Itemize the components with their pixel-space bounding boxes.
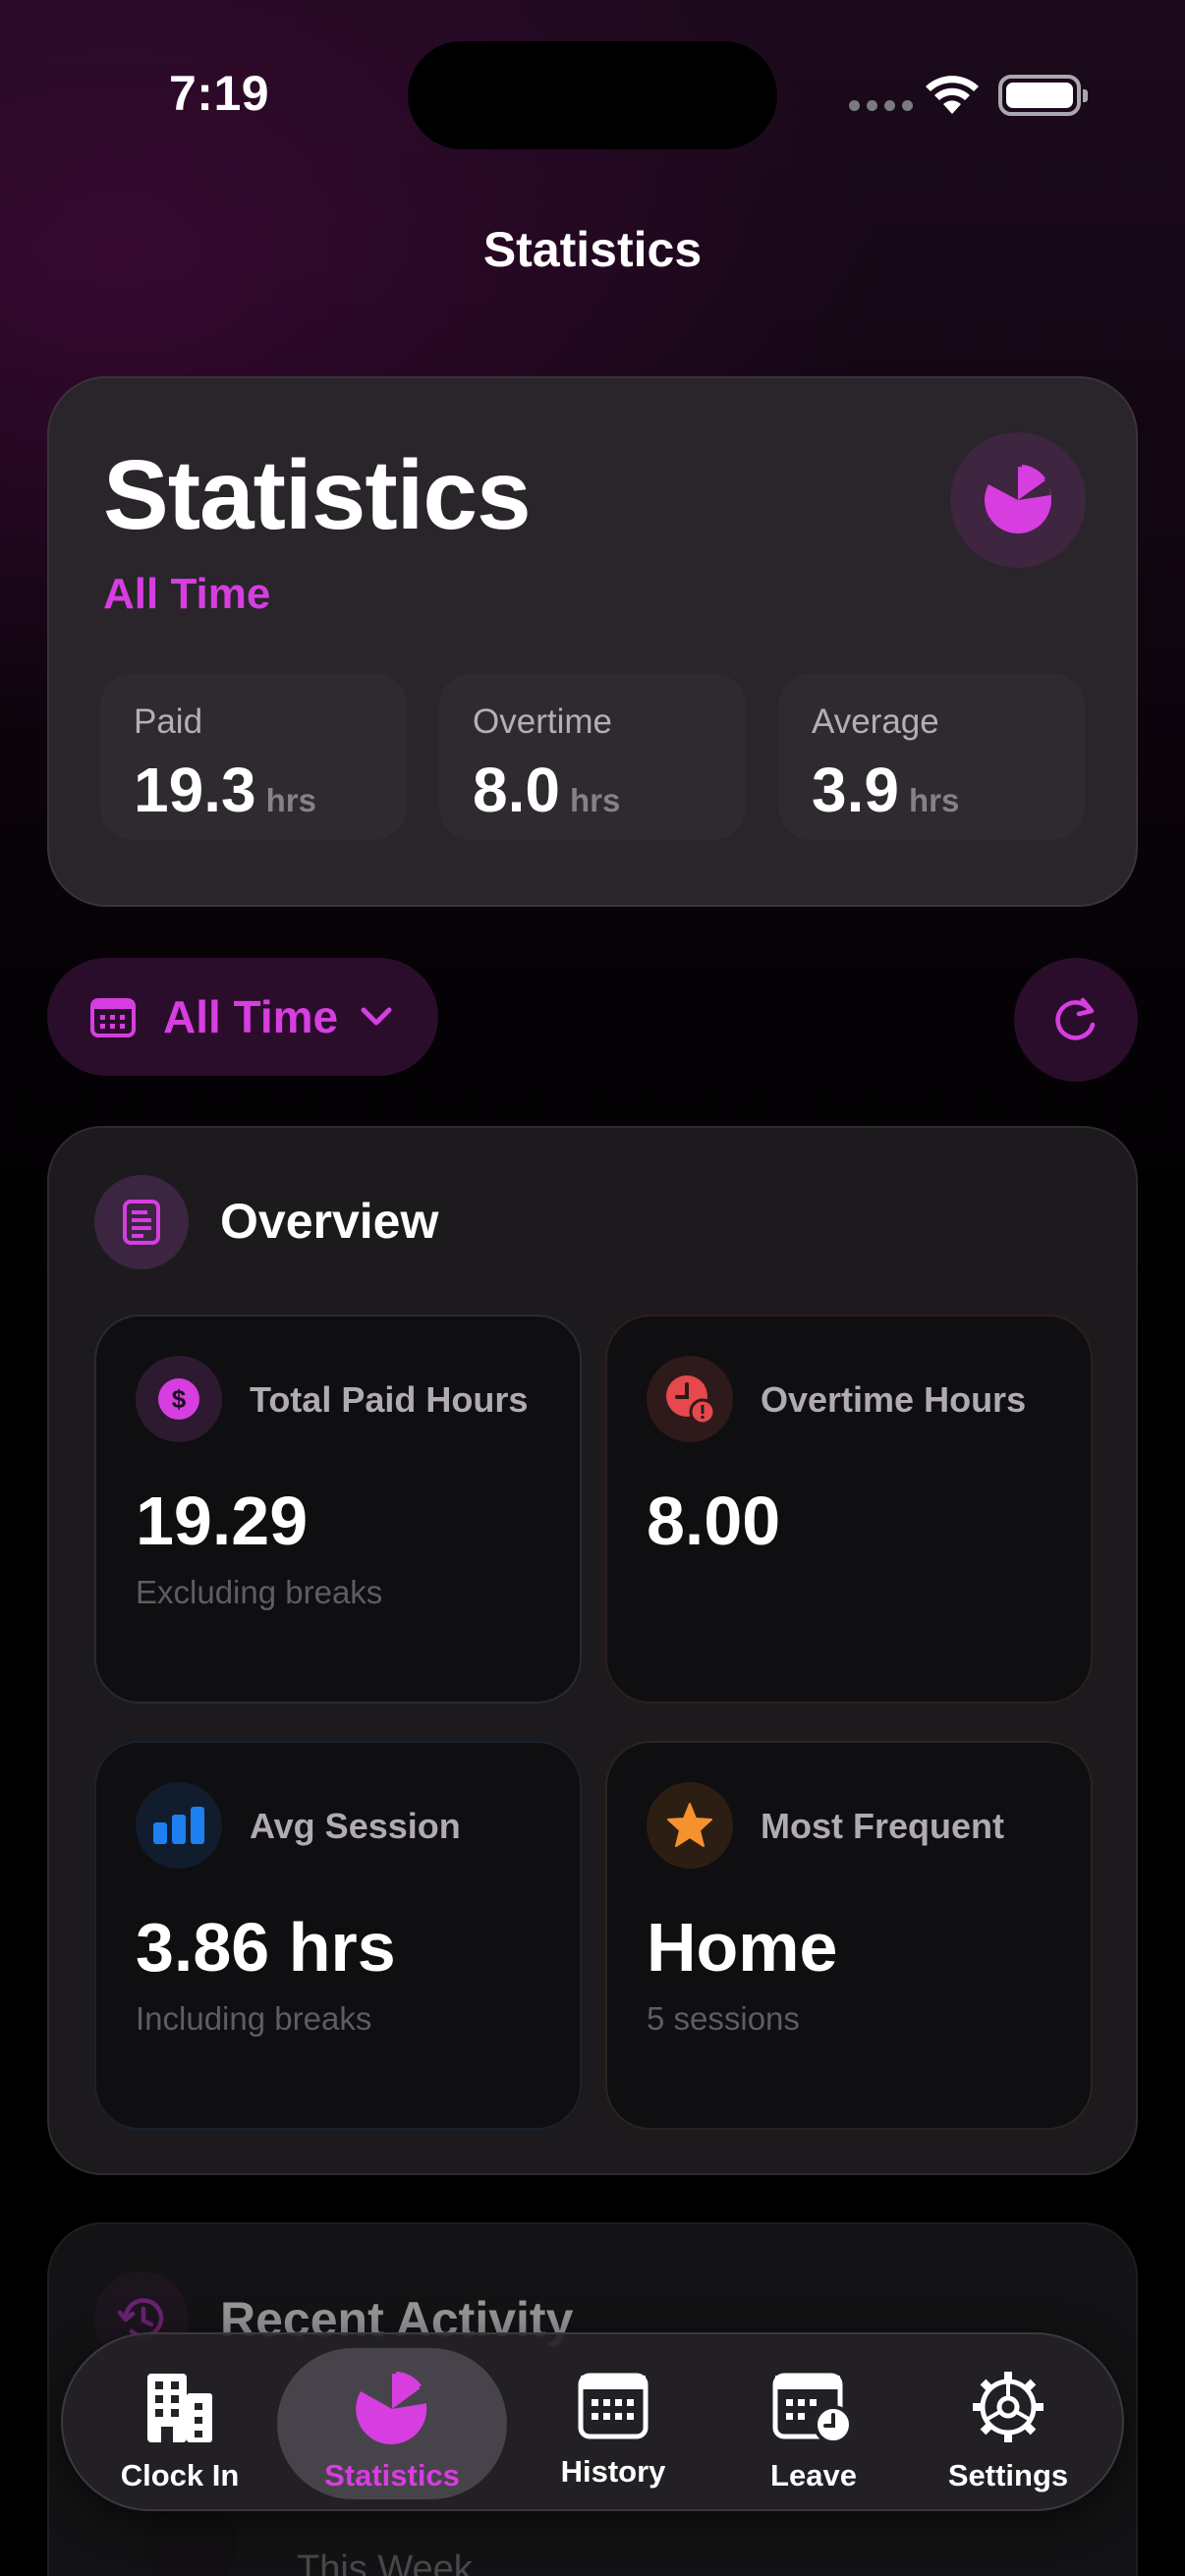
tile-label: Most Frequent (761, 1806, 1004, 1846)
summary-period: All Time (103, 570, 271, 618)
avg-session-tile: Avg Session 3.86 hrs Including breaks (94, 1741, 582, 2130)
status-time: 7:19 (169, 66, 270, 121)
overtime-hours-tile: Overtime Hours 8.00 (605, 1315, 1093, 1704)
stat-average-unit: hrs (908, 782, 960, 818)
gear-icon (973, 2372, 1044, 2442)
period-filter-label: All Time (163, 991, 339, 1042)
wifi-icon (926, 76, 979, 114)
tile-value: 3.86 hrs (136, 1909, 396, 1986)
stat-paid-unit: hrs (265, 782, 316, 818)
tile-value: 19.29 (136, 1483, 309, 1559)
stat-average: Average 3.9 hrs (778, 673, 1085, 840)
chevron-down-icon (361, 1007, 392, 1026)
tile-value: Home (647, 1909, 838, 1986)
recent-item-label[interactable]: This Week (297, 2548, 473, 2576)
tile-subtext: Excluding breaks (136, 1574, 383, 1610)
tile-label: Avg Session (250, 1806, 461, 1846)
overview-card: Overview $ Total Paid Hours 19.29 Exclud… (47, 1126, 1138, 2175)
tile-label: Overtime Hours (761, 1379, 1027, 1420)
tab-bar: Clock In Statistics History Leave Settin… (61, 2332, 1124, 2511)
tab-history[interactable]: History (515, 2348, 711, 2499)
overview-title: Overview (220, 1194, 439, 1249)
stat-overtime-value: 8.0 (473, 755, 560, 825)
star-icon (647, 1782, 733, 1869)
stat-paid: Paid 19.3 hrs (100, 673, 407, 840)
total-paid-hours-tile: $ Total Paid Hours 19.29 Excluding break… (94, 1315, 582, 1704)
tab-settings[interactable]: Settings (914, 2348, 1102, 2499)
calendar-icon (578, 2373, 649, 2439)
stat-paid-value: 19.3 (134, 755, 256, 825)
document-icon (94, 1175, 189, 1269)
calendar-clock-icon (772, 2373, 853, 2444)
most-frequent-tile: Most Frequent Home 5 sessions (605, 1741, 1093, 2130)
tile-subtext: Including breaks (136, 2000, 372, 2037)
bar-chart-icon (136, 1782, 222, 1869)
building-icon (147, 2374, 212, 2442)
stat-overtime: Overtime 8.0 hrs (439, 673, 746, 840)
dynamic-island (408, 41, 777, 149)
summary-title: Statistics (103, 440, 532, 550)
period-filter-button[interactable]: All Time (47, 958, 438, 1076)
tab-label: Statistics (324, 2458, 460, 2492)
stat-overtime-label: Overtime (473, 702, 612, 741)
tab-clock-in[interactable]: Clock In (92, 2348, 267, 2499)
refresh-icon (1055, 997, 1096, 1040)
stat-average-label: Average (812, 702, 939, 741)
calendar-icon (90, 998, 136, 1037)
tab-label: Clock In (120, 2458, 240, 2492)
tab-label: Settings (947, 2458, 1069, 2492)
pie-chart-icon (950, 432, 1086, 568)
summary-card: Statistics All Time Paid 19.3 hrs Overtim… (47, 376, 1138, 907)
pie-chart-icon (356, 2372, 427, 2444)
tab-statistics[interactable]: Statistics (277, 2348, 507, 2499)
battery-icon (998, 75, 1088, 116)
cellular-signal-icon (849, 100, 913, 111)
stat-average-value: 3.9 (812, 755, 899, 825)
refresh-button[interactable] (1014, 958, 1138, 1082)
tab-label: History (560, 2454, 666, 2489)
tab-leave[interactable]: Leave (719, 2348, 908, 2499)
stat-overtime-unit: hrs (569, 782, 621, 818)
tile-value: 8.00 (647, 1483, 781, 1559)
nav-title: Statistics (482, 222, 703, 277)
dollar-icon: $ (136, 1356, 222, 1442)
tab-label: Leave (770, 2458, 857, 2492)
overtime-clock-icon (647, 1356, 733, 1442)
tile-subtext: 5 sessions (647, 2000, 800, 2037)
stat-paid-label: Paid (134, 702, 203, 741)
svg-text:$: $ (172, 1384, 187, 1414)
tile-label: Total Paid Hours (250, 1379, 529, 1420)
